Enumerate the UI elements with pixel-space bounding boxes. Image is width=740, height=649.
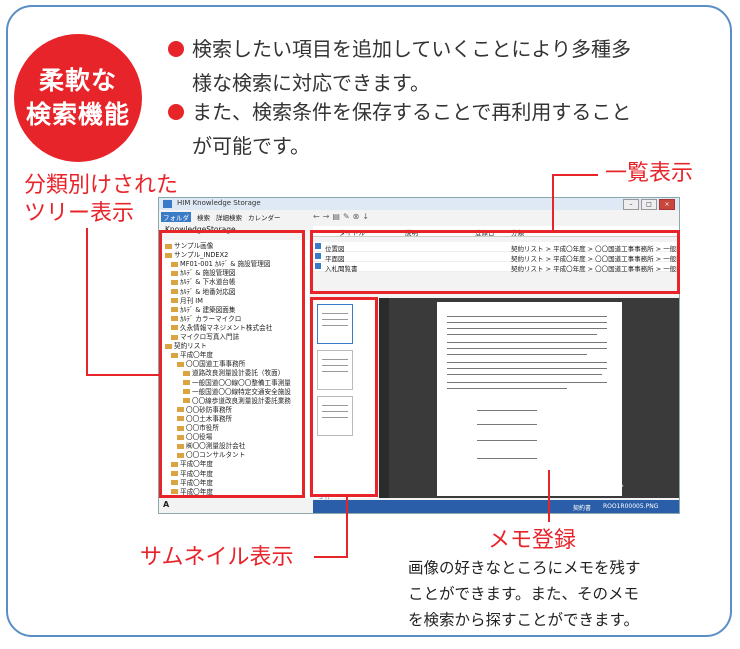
tree-label-line2: ツリー表示 <box>24 201 135 226</box>
status-left: 契約書 <box>573 505 592 512</box>
memo-desc-line3: を検索から探すことができます。 <box>408 611 639 629</box>
image-viewer[interactable] <box>389 298 679 498</box>
tree-leader-line <box>86 228 88 376</box>
memo-leader-line <box>548 470 550 522</box>
window-title: HIM Knowledge Storage <box>177 199 261 207</box>
bullet2-line1: また、検索条件を保存することで再利用すること <box>192 100 632 124</box>
viewer-tool-strip[interactable] <box>379 298 389 498</box>
app-icon <box>163 200 172 208</box>
minimize-button[interactable]: – <box>623 199 639 210</box>
document-page <box>437 302 622 496</box>
tree-label-line1: 分類別けされた <box>24 173 179 198</box>
font-size-button[interactable]: A <box>163 500 169 509</box>
feature-badge: 柔軟な 検索機能 <box>14 34 142 162</box>
close-button[interactable]: × <box>659 199 675 210</box>
bullet-dot-icon <box>168 104 184 120</box>
status-file: ROO1R00005.PNG <box>603 503 659 510</box>
badge-line1: 柔軟な <box>38 66 117 95</box>
list-leader-line <box>552 174 598 176</box>
tab-folder[interactable]: フォルダ <box>161 212 191 222</box>
memo-desc-line2: ことができます。また、そのメモ <box>408 585 639 603</box>
tree-leader-line <box>86 374 160 376</box>
forward-arrow-icon[interactable]: → <box>323 212 333 221</box>
zoom-level[interactable]: 47 % <box>607 481 624 489</box>
tree-highlight-box <box>159 230 305 498</box>
thumbnail-leader-line <box>346 496 348 558</box>
bullet1-line1: 検索したい項目を追加していくことにより多種多 <box>192 37 631 61</box>
title-bar: HIM Knowledge Storage – □ × <box>159 198 679 210</box>
badge-line2: 検索機能 <box>25 100 130 129</box>
bullet-dot-icon <box>168 41 184 57</box>
list-label: 一覧表示 <box>605 161 694 186</box>
memo-label: メモ登録 <box>488 528 577 553</box>
list-leader-line <box>552 174 554 232</box>
tab-detail-search[interactable]: 詳細検索 <box>216 212 242 222</box>
edit-icon[interactable]: ✎ <box>343 212 353 221</box>
tab-calendar[interactable]: カレンダー <box>248 212 281 222</box>
list-highlight-box <box>310 230 680 294</box>
tab-search[interactable]: 検索 <box>197 212 210 222</box>
download-icon[interactable]: ↓ <box>362 212 372 221</box>
thumbnail-label: サムネイル表示 <box>140 545 294 570</box>
thumbnail-highlight-box <box>310 297 378 497</box>
status-bar: 契約書 ROO1R00005.PNG <box>313 500 679 513</box>
back-arrow-icon[interactable]: ← <box>313 212 323 221</box>
remove-icon[interactable]: ⊗ <box>353 212 363 221</box>
document-icon[interactable]: ▤ <box>332 212 343 221</box>
list-toolbar: ←→▤✎⊗↓ <box>313 212 679 224</box>
memo-desc-line1: 画像の好きなところにメモを残す <box>408 559 641 577</box>
thumbnail-leader-line <box>314 556 348 558</box>
bullet2-line2: が可能です。 <box>192 134 310 158</box>
maximize-button[interactable]: □ <box>641 199 657 210</box>
